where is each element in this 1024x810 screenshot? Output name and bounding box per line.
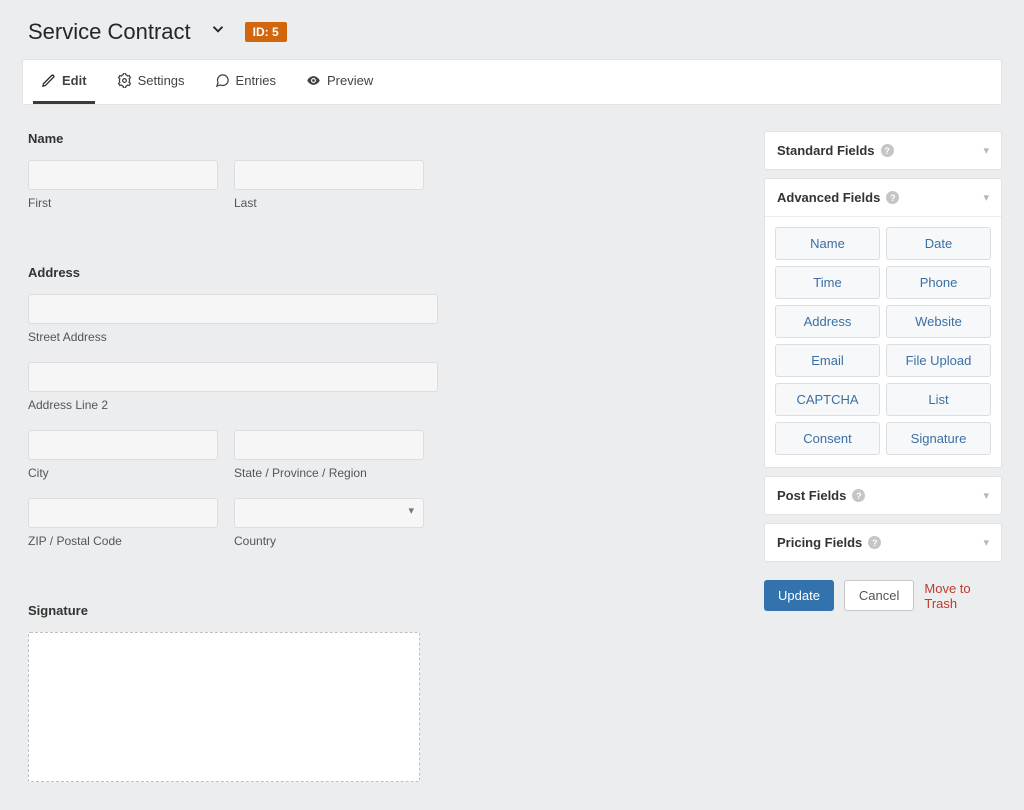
form-switcher-toggle[interactable] xyxy=(205,18,231,45)
panel-advanced-fields: Advanced Fields ? ▾ Name Date Time Phone… xyxy=(764,178,1002,468)
panel-pricing-title: Pricing Fields xyxy=(777,535,862,550)
add-field-consent[interactable]: Consent xyxy=(775,422,880,455)
caret-down-icon: ▾ xyxy=(983,144,989,157)
tab-entries[interactable]: Entries xyxy=(207,60,284,104)
state-input[interactable] xyxy=(234,430,424,460)
panel-post-title: Post Fields xyxy=(777,488,846,503)
editor-tabs: Edit Settings Entries Preview xyxy=(22,59,1002,105)
zip-sublabel: ZIP / Postal Code xyxy=(28,534,218,548)
field-name[interactable]: Name First Last xyxy=(28,131,740,210)
form-id-badge: ID: 5 xyxy=(245,22,287,42)
add-field-signature[interactable]: Signature xyxy=(886,422,991,455)
page-title: Service Contract xyxy=(28,19,191,45)
caret-down-icon: ▾ xyxy=(983,536,989,549)
panel-pricing-toggle[interactable]: Pricing Fields ? ▾ xyxy=(765,524,1001,561)
panel-standard-fields: Standard Fields ? ▾ xyxy=(764,131,1002,170)
cancel-button[interactable]: Cancel xyxy=(844,580,914,611)
add-field-email[interactable]: Email xyxy=(775,344,880,377)
gear-icon xyxy=(117,73,132,88)
add-field-date[interactable]: Date xyxy=(886,227,991,260)
add-field-captcha[interactable]: CAPTCHA xyxy=(775,383,880,416)
help-icon[interactable]: ? xyxy=(852,489,865,502)
last-name-input[interactable] xyxy=(234,160,424,190)
field-address[interactable]: Address Street Address Address Line 2 Ci… xyxy=(28,265,740,548)
pencil-icon xyxy=(41,73,56,88)
first-name-input[interactable] xyxy=(28,160,218,190)
tab-entries-label: Entries xyxy=(236,73,276,88)
field-address-label: Address xyxy=(28,265,740,280)
panel-post-fields: Post Fields ? ▾ xyxy=(764,476,1002,515)
help-icon[interactable]: ? xyxy=(868,536,881,549)
panel-post-toggle[interactable]: Post Fields ? ▾ xyxy=(765,477,1001,514)
panel-standard-toggle[interactable]: Standard Fields ? ▾ xyxy=(765,132,1001,169)
tab-preview[interactable]: Preview xyxy=(298,60,381,104)
add-field-address[interactable]: Address xyxy=(775,305,880,338)
add-field-website[interactable]: Website xyxy=(886,305,991,338)
panel-advanced-toggle[interactable]: Advanced Fields ? ▾ xyxy=(765,179,1001,216)
signature-canvas[interactable] xyxy=(28,632,420,782)
panel-advanced-body: Name Date Time Phone Address Website Ema… xyxy=(765,216,1001,467)
address-line2-sublabel: Address Line 2 xyxy=(28,398,740,412)
city-input[interactable] xyxy=(28,430,218,460)
tab-settings[interactable]: Settings xyxy=(109,60,193,104)
zip-input[interactable] xyxy=(28,498,218,528)
form-actions: Update Cancel Move to Trash xyxy=(764,580,1002,611)
eye-icon xyxy=(306,73,321,88)
field-signature-label: Signature xyxy=(28,603,740,618)
add-field-name[interactable]: Name xyxy=(775,227,880,260)
move-to-trash-link[interactable]: Move to Trash xyxy=(924,581,1002,611)
help-icon[interactable]: ? xyxy=(881,144,894,157)
country-sublabel: Country xyxy=(234,534,424,548)
field-name-label: Name xyxy=(28,131,740,146)
street-address-input[interactable] xyxy=(28,294,438,324)
panel-standard-title: Standard Fields xyxy=(777,143,875,158)
tab-preview-label: Preview xyxy=(327,73,373,88)
add-field-fileupload[interactable]: File Upload xyxy=(886,344,991,377)
speech-bubble-icon xyxy=(215,73,230,88)
tab-settings-label: Settings xyxy=(138,73,185,88)
country-select[interactable] xyxy=(234,498,424,528)
update-button[interactable]: Update xyxy=(764,580,834,611)
tab-edit-label: Edit xyxy=(62,73,87,88)
last-name-sublabel: Last xyxy=(234,196,424,210)
tab-edit[interactable]: Edit xyxy=(33,60,95,104)
first-name-sublabel: First xyxy=(28,196,218,210)
state-sublabel: State / Province / Region xyxy=(234,466,424,480)
add-field-phone[interactable]: Phone xyxy=(886,266,991,299)
help-icon[interactable]: ? xyxy=(886,191,899,204)
caret-down-icon: ▾ xyxy=(983,191,989,204)
street-address-sublabel: Street Address xyxy=(28,330,740,344)
field-signature[interactable]: Signature xyxy=(28,603,740,782)
address-line2-input[interactable] xyxy=(28,362,438,392)
panel-advanced-title: Advanced Fields xyxy=(777,190,880,205)
caret-down-icon: ▾ xyxy=(983,489,989,502)
city-sublabel: City xyxy=(28,466,218,480)
chevron-down-icon xyxy=(209,20,227,38)
add-field-list[interactable]: List xyxy=(886,383,991,416)
panel-pricing-fields: Pricing Fields ? ▾ xyxy=(764,523,1002,562)
add-field-time[interactable]: Time xyxy=(775,266,880,299)
